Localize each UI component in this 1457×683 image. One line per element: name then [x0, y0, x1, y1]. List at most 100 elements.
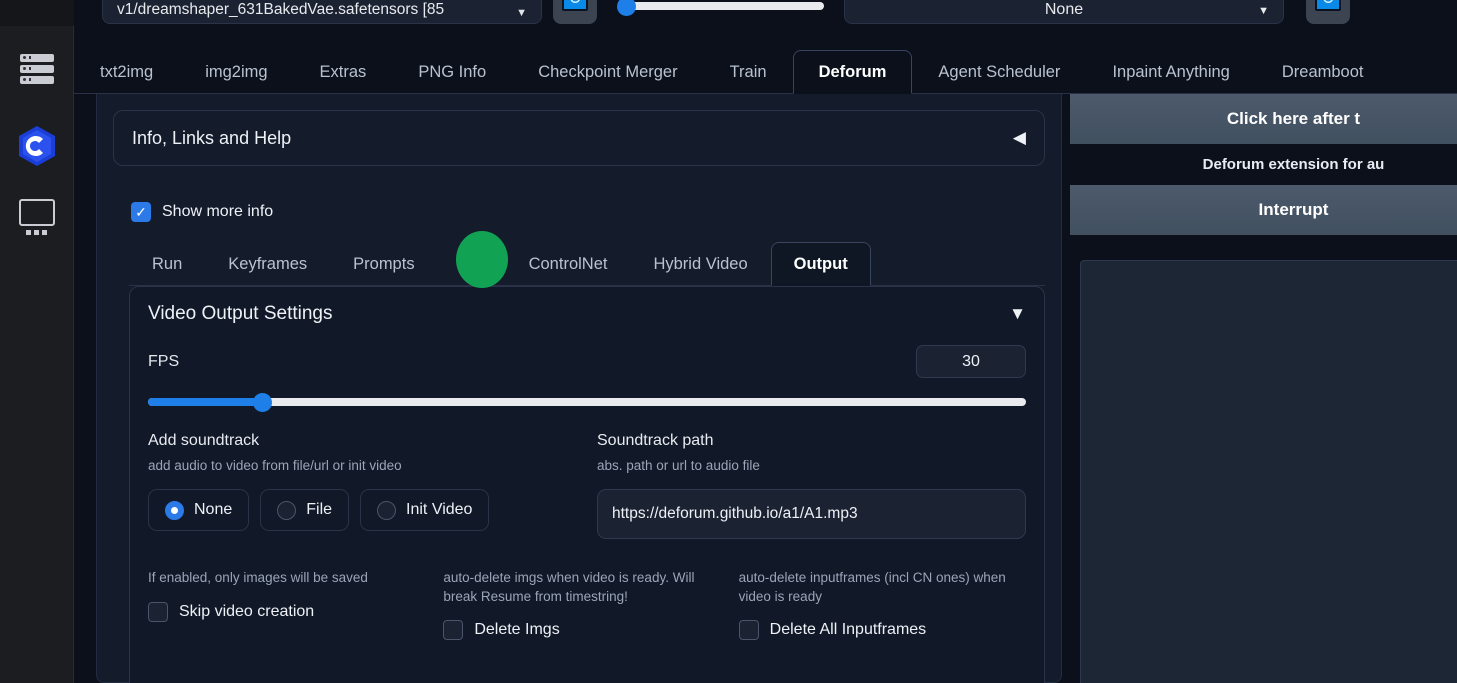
interrupt-button-label: Interrupt [1258, 200, 1329, 219]
tab-txt2img[interactable]: txt2img [74, 50, 179, 93]
sidebar-item-logo[interactable] [14, 123, 60, 169]
app-root: v1/dreamshaper_631BakedVae.safetensors [… [0, 0, 1457, 683]
generate-button-label: Click here after t [1226, 109, 1361, 128]
fps-slider-fill [148, 398, 263, 406]
subtab-output[interactable]: Output [770, 242, 871, 286]
soundtrack-radio-none[interactable]: None [148, 489, 250, 531]
checkbox-label: Delete Imgs [474, 621, 560, 639]
chevron-down-icon[interactable]: ▼ [1009, 304, 1026, 324]
fps-slider-thumb[interactable] [253, 393, 273, 412]
deforum-panel: Info, Links and Help ◀ ✓ Show more info … [96, 94, 1062, 683]
cleanup-option-row[interactable]: Skip video creation [148, 601, 435, 622]
checkbox-label: Skip video creation [179, 602, 315, 620]
tab-img2img[interactable]: img2img [179, 50, 293, 93]
checkbox-label: Delete All Inputframes [769, 621, 927, 639]
cleanup-option-hint: If enabled, only images will be saved [148, 570, 368, 585]
cleanup-option-row[interactable]: Delete Imgs [443, 620, 730, 641]
subtab-label: Hybrid Video [653, 254, 748, 273]
chevron-down-icon: ▼ [1258, 5, 1269, 17]
sidebar-item-window[interactable] [14, 194, 60, 240]
tab-label: Checkpoint Merger [538, 62, 678, 81]
subtab-prompts[interactable]: Prompts [330, 242, 437, 285]
video-output-settings-header[interactable]: Video Output Settings ▼ [148, 303, 1026, 325]
radio-indicator[interactable] [277, 500, 297, 520]
rail-top-strip [0, 0, 74, 26]
tab-label: txt2img [100, 62, 154, 81]
cleanup-option-hint: auto-delete inputframes (incl CN ones) w… [738, 570, 1006, 604]
show-more-info-checkbox[interactable]: ✓ [131, 202, 151, 222]
top-bar: v1/dreamshaper_631BakedVae.safetensors [… [74, 0, 1457, 28]
fps-input[interactable]: 30 [916, 345, 1026, 378]
tab-label: Dreamboot [1281, 62, 1364, 81]
soundtrack-path-input[interactable]: https://deforum.github.io/a1/A1.mp3 [597, 489, 1026, 539]
radio-indicator[interactable] [165, 500, 184, 520]
checkpoint-dropdown[interactable]: v1/dreamshaper_631BakedVae.safetensors [… [102, 0, 542, 24]
fps-row: FPS 30 [148, 345, 1026, 378]
deforum-sub-tab-bar: Run Keyframes Prompts Init ControlNet Hybrid … [129, 242, 1045, 286]
subtab-label: Keyframes [228, 254, 308, 273]
tab-checkpoint-merger[interactable]: Checkpoint Merger [512, 50, 703, 93]
refresh-vae-button[interactable]: ↻ [1306, 0, 1350, 24]
refresh-checkpoint-button[interactable]: ↻ [553, 0, 597, 24]
cleanup-option-row[interactable]: Delete All Inputframes [738, 620, 1026, 641]
radio-label: Init Video [406, 501, 473, 518]
subtab-keyframes[interactable]: Keyframes [205, 242, 330, 285]
top-slider[interactable] [617, 0, 824, 16]
tab-train[interactable]: Train [704, 50, 793, 93]
vae-dropdown[interactable]: None ▼ [844, 0, 1284, 24]
subtab-hybrid-video[interactable]: Hybrid Video [630, 242, 770, 285]
subtab-run[interactable]: Run [129, 242, 205, 285]
checkbox-delete-imgs[interactable] [443, 620, 464, 641]
tab-agent-scheduler[interactable]: Agent Scheduler [912, 50, 1086, 93]
radio-indicator[interactable] [377, 500, 397, 520]
main-tab-bar: txt2img img2img Extras PNG Info Checkpoint M… [74, 50, 1457, 94]
tab-png-info[interactable]: PNG Info [392, 50, 512, 93]
fps-slider[interactable] [148, 393, 1026, 412]
checkbox-delete-all-inputframes[interactable] [738, 620, 759, 641]
checkbox-skip-video-creation[interactable] [148, 601, 168, 622]
refresh-icon: ↻ [1315, 0, 1341, 11]
generate-button[interactable]: Click here after t [1070, 94, 1457, 144]
cleanup-option-2: auto-delete imgs when video is ready. Wi… [435, 569, 730, 641]
add-soundtrack-group: Add soundtrack add audio to video from f… [148, 432, 577, 539]
soundtrack-row: Add soundtrack add audio to video from f… [148, 432, 1026, 539]
cleanup-option-1: If enabled, only images will be saved Ski… [148, 569, 435, 640]
chevron-down-icon: ▼ [516, 7, 527, 19]
soundtrack-path-hint: abs. path or url to audio file [597, 458, 760, 473]
soundtrack-path-label: Soundtrack path [597, 432, 714, 449]
output-gallery[interactable] [1080, 260, 1457, 683]
server-icon [19, 53, 54, 87]
subtab-label: Prompts [353, 254, 415, 273]
soundtrack-radio-init-video[interactable]: Init Video [360, 489, 490, 531]
accordion-title: Info, Links and Help [132, 127, 292, 148]
subtab-label: Run [152, 254, 183, 273]
video-output-settings-panel: Video Output Settings ▼ FPS 30 Add sound… [129, 286, 1045, 683]
info-links-help-accordion[interactable]: Info, Links and Help ◀ [113, 110, 1045, 166]
subtab-label: ControlNet [528, 254, 608, 273]
add-soundtrack-radio-group: None File Init Video [148, 489, 577, 531]
subtab-init[interactable]: Init [438, 242, 506, 285]
tab-label: img2img [205, 62, 268, 81]
tab-label: Inpaint Anything [1112, 62, 1230, 81]
video-cleanup-options: If enabled, only images will be saved Ski… [148, 569, 1026, 641]
fps-label: FPS [148, 352, 180, 370]
subtab-controlnet[interactable]: ControlNet [506, 242, 631, 285]
app-logo-icon [18, 126, 55, 166]
tab-extras[interactable]: Extras [294, 50, 393, 93]
top-slider-thumb[interactable] [617, 0, 636, 16]
tab-deforum[interactable]: Deforum [792, 50, 913, 94]
sidebar-item-server[interactable] [14, 47, 60, 93]
generate-panel: Click here after t Deforum extension for… [1070, 94, 1457, 683]
show-more-info-row[interactable]: ✓ Show more info [131, 202, 1045, 222]
subtab-label: Init [460, 254, 483, 273]
refresh-icon: ↻ [562, 0, 588, 11]
tab-label: Deforum [818, 62, 887, 81]
subtab-label: Output [793, 254, 848, 273]
check-icon: ✓ [135, 204, 147, 220]
tab-inpaint-anything[interactable]: Inpaint Anything [1086, 50, 1255, 93]
tab-dreamboot[interactable]: Dreamboot [1256, 50, 1390, 93]
interrupt-button[interactable]: Interrupt [1070, 185, 1457, 235]
window-icon [18, 199, 55, 235]
chevron-left-icon: ◀ [1012, 128, 1026, 147]
soundtrack-radio-file[interactable]: File [260, 489, 350, 531]
